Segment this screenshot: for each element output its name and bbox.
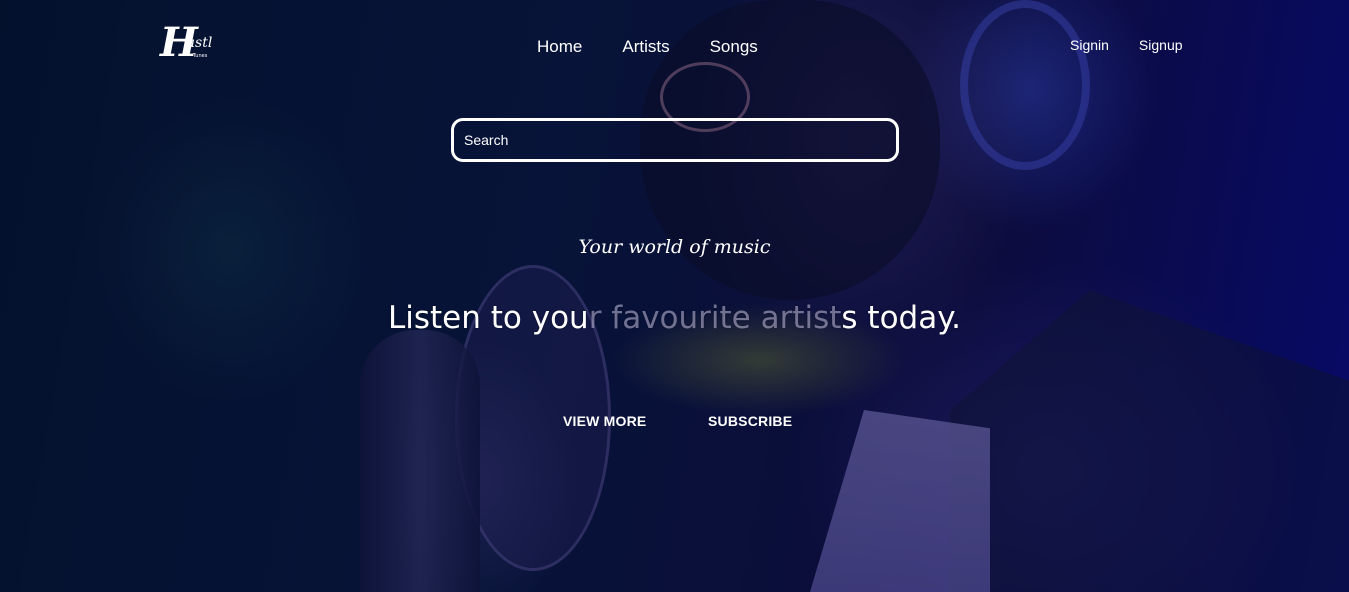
background-overlay [0,0,1349,592]
svg-text:Tunes: Tunes [192,53,208,59]
hero-headline: Listen to your favourite artists today. [0,300,1349,336]
signup-link[interactable]: Signup [1139,37,1183,53]
signin-link[interactable]: Signin [1070,37,1109,53]
svg-text:ustl: ustl [186,35,212,51]
headline-part-3: s today. [841,300,962,336]
search-input[interactable] [454,121,896,159]
search-box [451,118,899,162]
subscribe-button[interactable]: SUBSCRIBE [708,413,792,429]
brand-logo[interactable]: H ustl Tunes [158,16,224,66]
nav-home[interactable]: Home [537,37,582,57]
nav-artists[interactable]: Artists [622,37,669,57]
view-more-button[interactable]: VIEW MORE [563,413,646,429]
main-nav: Home Artists Songs [537,37,758,57]
hustl-logo-icon: H ustl Tunes [159,19,212,66]
auth-links: Signin Signup [1070,37,1183,53]
tagline: Your world of music [578,236,771,258]
headline-part-2: r favourite artist [588,300,842,336]
hero-section: H ustl Tunes Home Artists Songs Signin S… [0,0,1349,592]
headline-part-1: Listen to you [387,300,589,336]
nav-songs[interactable]: Songs [710,37,758,57]
